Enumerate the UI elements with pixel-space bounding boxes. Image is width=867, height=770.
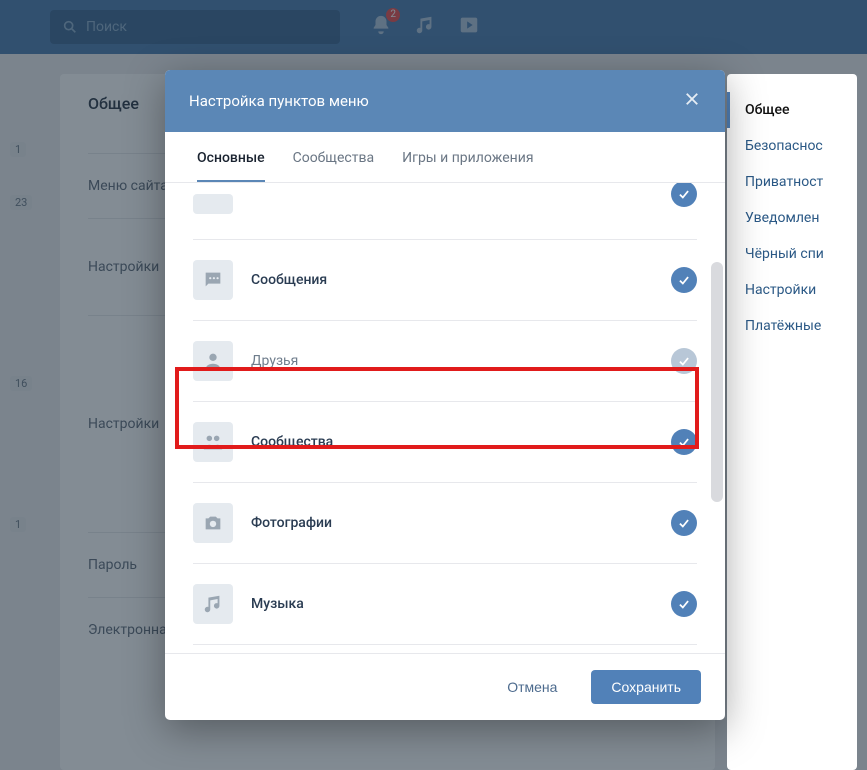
- checkmark-icon: [677, 597, 691, 611]
- checkmark-icon: [677, 273, 691, 287]
- camera-icon: [193, 503, 233, 543]
- save-button[interactable]: Сохранить: [591, 670, 701, 704]
- settings-sidebar: Общее Безопаснос Приватност Уведомлен Чё…: [727, 74, 857, 770]
- menu-row-label: Друзья: [251, 353, 298, 369]
- sidebar-item-payments[interactable]: Платёжные: [745, 308, 857, 344]
- sidebar-item-general[interactable]: Общее: [727, 92, 857, 128]
- close-button[interactable]: [683, 90, 701, 112]
- menu-row-friends: Друзья: [193, 321, 697, 402]
- modal-header: Настройка пунктов меню: [165, 70, 725, 132]
- checkmark-icon: [677, 435, 691, 449]
- scrollbar-thumb[interactable]: [711, 262, 723, 502]
- checkmark-icon: [677, 187, 691, 201]
- toggle-check[interactable]: [671, 510, 697, 536]
- modal-body: Сообщения Друзья Сообщества: [165, 183, 725, 653]
- menu-row-video: Видео: [193, 645, 697, 653]
- checkmark-icon: [677, 516, 691, 530]
- user-icon: [193, 341, 233, 381]
- menu-row-label: Сообщества: [251, 434, 333, 450]
- tab-communities[interactable]: Сообщества: [293, 150, 374, 182]
- menu-row-label: Фотографии: [251, 515, 332, 531]
- cancel-button[interactable]: Отмена: [487, 670, 577, 704]
- sidebar-item-settings[interactable]: Настройки: [745, 272, 857, 308]
- tab-main[interactable]: Основные: [197, 150, 265, 182]
- group-icon: [193, 422, 233, 462]
- menu-row-label: Сообщения: [251, 272, 327, 288]
- menu-row-photos: Фотографии: [193, 483, 697, 564]
- toggle-check[interactable]: [671, 429, 697, 455]
- modal-footer: Отмена Сохранить: [165, 653, 725, 720]
- menu-row-communities: Сообщества: [193, 402, 697, 483]
- menu-settings-modal: Настройка пунктов меню Основные Сообщест…: [165, 70, 725, 720]
- toggle-check[interactable]: [671, 267, 697, 293]
- modal-tabs: Основные Сообщества Игры и приложения: [165, 132, 725, 183]
- sidebar-item-security[interactable]: Безопаснос: [745, 128, 857, 164]
- close-icon: [683, 90, 701, 108]
- toggle-check[interactable]: [671, 348, 697, 374]
- music-icon: [193, 584, 233, 624]
- toggle-check[interactable]: [671, 183, 697, 207]
- menu-row-partial: [193, 183, 697, 240]
- checkmark-icon: [677, 354, 691, 368]
- tab-apps[interactable]: Игры и приложения: [402, 150, 533, 182]
- menu-row-messages: Сообщения: [193, 240, 697, 321]
- sidebar-item-notifications[interactable]: Уведомлен: [745, 200, 857, 236]
- sidebar-item-blacklist[interactable]: Чёрный спи: [745, 236, 857, 272]
- modal-title: Настройка пунктов меню: [189, 92, 369, 110]
- generic-icon: [193, 194, 233, 214]
- menu-row-label: Музыка: [251, 596, 304, 612]
- sidebar-item-privacy[interactable]: Приватност: [745, 164, 857, 200]
- menu-row-music: Музыка: [193, 564, 697, 645]
- chat-icon: [193, 260, 233, 300]
- toggle-check[interactable]: [671, 591, 697, 617]
